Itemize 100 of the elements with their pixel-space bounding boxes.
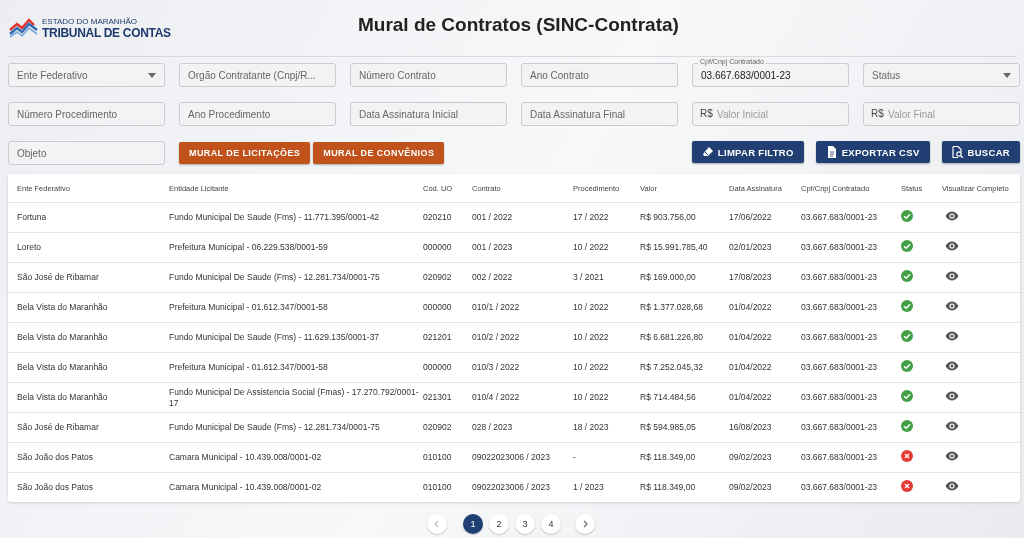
table-cell-text: 03.667.683/0001-23 bbox=[801, 392, 879, 403]
logo-icon bbox=[9, 18, 39, 38]
mural-button[interactable]: MURAL DE LICITAÇÕES bbox=[179, 142, 311, 164]
table-cell-text: 03.667.683/0001-23 bbox=[801, 212, 879, 223]
table-cell-text: 10 / 2022 bbox=[573, 392, 610, 403]
table-cell-text: 01/04/2022 bbox=[729, 332, 773, 343]
mural-button[interactable]: MURAL DE CONVÊNIOS bbox=[313, 142, 445, 164]
table-cell-text: Bela Vista do Maranhão bbox=[17, 392, 109, 403]
table-cell-text: 09022023006 / 2023 bbox=[472, 482, 551, 493]
table-cell-text: 03.667.683/0001-23 bbox=[801, 422, 879, 433]
view-eye-icon[interactable] bbox=[945, 301, 959, 311]
input-field[interactable]: Objeto bbox=[8, 141, 165, 165]
table-cell-text: 1 / 2023 bbox=[573, 482, 605, 493]
table-cell-text: 17/08/2023 bbox=[729, 272, 773, 283]
page-button[interactable]: 2 bbox=[489, 514, 509, 534]
table-cell-text: Bela Vista do Maranhão bbox=[17, 332, 109, 343]
input-field[interactable]: Data Assinatura Final bbox=[521, 102, 678, 126]
table-cell-text: 10 / 2022 bbox=[573, 362, 610, 373]
view-eye-icon[interactable] bbox=[945, 211, 959, 221]
table-cell-text: Fortuna bbox=[17, 212, 48, 223]
table-cell-text: R$ 714.484,56 bbox=[640, 392, 697, 403]
view-eye-icon[interactable] bbox=[945, 391, 959, 401]
table-cell-text: Fundo Municipal De Saude (Fms) - 12.281.734/0001-75 bbox=[169, 422, 381, 433]
table-cell-text: R$ 169.000,00 bbox=[640, 272, 697, 283]
table-cell-text: 010/4 / 2022 bbox=[472, 392, 521, 403]
table-cell-text: 03.667.683/0001-23 bbox=[801, 362, 879, 373]
table-cell-text: R$ 15.991.785,40 bbox=[640, 242, 709, 253]
table-cell-text: 000000 bbox=[423, 362, 453, 373]
table-cell-text: Loreto bbox=[17, 242, 43, 253]
table-cell-text: Fundo Municipal De Saude (Fms) - 11.771.395/0001-42 bbox=[169, 212, 381, 223]
table-cell-text: 010/1 / 2022 bbox=[472, 302, 521, 313]
select-field[interactable]: Status bbox=[863, 63, 1020, 87]
table-cell-text: 03.667.683/0001-23 bbox=[801, 452, 879, 463]
caret-icon bbox=[148, 72, 156, 78]
table-cell-text: Fundo Municipal De Saude (Fms) - 11.629.135/0001-37 bbox=[169, 332, 381, 343]
input-field[interactable]: Ano Procedimento bbox=[179, 102, 336, 126]
table-cell-text: R$ 594.985,05 bbox=[640, 422, 697, 433]
chevron-right-icon bbox=[581, 520, 589, 528]
table-cell-text: R$ 903.756,00 bbox=[640, 212, 697, 223]
currency-prefix: R$ bbox=[700, 108, 713, 119]
table-cell-text: 09022023006 / 2023 bbox=[472, 452, 551, 463]
table-cell-text: 010100 bbox=[423, 452, 453, 463]
table-cell-text: 09/02/2023 bbox=[729, 482, 773, 493]
table-cell-text: 002 / 2022 bbox=[472, 272, 514, 283]
view-eye-icon[interactable] bbox=[945, 361, 959, 371]
table-cell-text: Prefeitura Municipal - 01.612.347/0001-58 bbox=[169, 362, 329, 373]
view-eye-icon[interactable] bbox=[945, 421, 959, 431]
table-cell-text: 020902 bbox=[423, 422, 453, 433]
input-field[interactable]: Número Contrato bbox=[350, 63, 507, 87]
table-cell-text: 17/06/2022 bbox=[729, 212, 773, 223]
table-cell-text: R$ 118.349,00 bbox=[640, 452, 697, 463]
table-cell-text: 021201 bbox=[423, 332, 453, 343]
select-field[interactable]: Ente Federativo bbox=[8, 63, 165, 87]
table-cell-text: 09/02/2023 bbox=[729, 452, 773, 463]
table-cell-text: 16/08/2023 bbox=[729, 422, 773, 433]
table-cell-text: Prefeitura Municipal - 06.229.538/0001-59 bbox=[169, 242, 329, 253]
table-cell-text: 020210 bbox=[423, 212, 453, 223]
page-button[interactable]: 3 bbox=[515, 514, 535, 534]
table-cell-text: 3 / 2021 bbox=[573, 272, 605, 283]
table-cell-text: 010/3 / 2022 bbox=[472, 362, 521, 373]
table-cell-text: Bela Vista do Maranhão bbox=[17, 362, 109, 373]
view-eye-icon[interactable] bbox=[945, 271, 959, 281]
search-button[interactable]: BUSCAR bbox=[941, 141, 1020, 163]
input-field[interactable]: Ano Contrato bbox=[521, 63, 678, 87]
input-field[interactable]: Data Assinatura Inicial bbox=[350, 102, 507, 126]
view-eye-icon[interactable] bbox=[945, 451, 959, 461]
page-button[interactable]: 1 bbox=[463, 514, 483, 534]
table-cell-text: R$ 1.377.028,68 bbox=[640, 302, 704, 313]
search-icon bbox=[951, 146, 964, 158]
caret-icon bbox=[1003, 72, 1011, 78]
export-button[interactable]: EXPORTAR CSV bbox=[815, 141, 930, 163]
table-cell-text: Fundo Municipal De Saude (Fms) - 12.281.734/0001-75 bbox=[169, 272, 381, 283]
table-cell-text: 01/04/2022 bbox=[729, 362, 773, 373]
table-cell-text: São José de Ribamar bbox=[17, 422, 100, 433]
table-cell-text: 028 / 2023 bbox=[472, 422, 514, 433]
view-eye-icon[interactable] bbox=[945, 331, 959, 341]
table-cell-text: 10 / 2022 bbox=[573, 302, 610, 313]
table-cell-text: 010100 bbox=[423, 482, 453, 493]
input-field[interactable]: Número Procedimento bbox=[8, 102, 165, 126]
view-eye-icon[interactable] bbox=[945, 241, 959, 251]
page-button[interactable]: 4 bbox=[541, 514, 561, 534]
view-eye-icon[interactable] bbox=[945, 481, 959, 491]
table-cell-text: 03.667.683/0001-23 bbox=[801, 242, 879, 253]
logo-wordmark: TRIBUNAL DE CONTAS bbox=[42, 25, 171, 40]
eraser-icon bbox=[701, 146, 714, 158]
table-cell-text: - bbox=[573, 452, 577, 463]
table-cell-text: Camara Municipal - 10.439.008/0001-02 bbox=[169, 452, 323, 463]
chevron-left-icon bbox=[433, 520, 441, 528]
table-cell-text: 001 / 2023 bbox=[472, 242, 514, 253]
table-cell-text: São João dos Patos bbox=[17, 482, 95, 493]
page-title: Mural de Contratos (SINC-Contrata) bbox=[356, 14, 680, 36]
table-cell-text: Fundo Municipal De Assistencia Social (Fmas) - 17.270.792/0001-17 bbox=[169, 386, 420, 409]
table-cell-text: 01/04/2022 bbox=[729, 392, 773, 403]
input-field[interactable]: Orgão Contratante (Cnpj/R... bbox=[179, 63, 336, 87]
table-cell-text: 02/01/2023 bbox=[729, 242, 773, 253]
table-cell-text: 010/2 / 2022 bbox=[472, 332, 521, 343]
table-cell-text: 18 / 2023 bbox=[573, 422, 610, 433]
table-cell-text: 03.667.683/0001-23 bbox=[801, 302, 879, 313]
logo-caption: ESTADO DO MARANHÃO bbox=[42, 16, 138, 26]
clear-filter-button[interactable]: LIMPAR FILTRO bbox=[691, 141, 804, 163]
